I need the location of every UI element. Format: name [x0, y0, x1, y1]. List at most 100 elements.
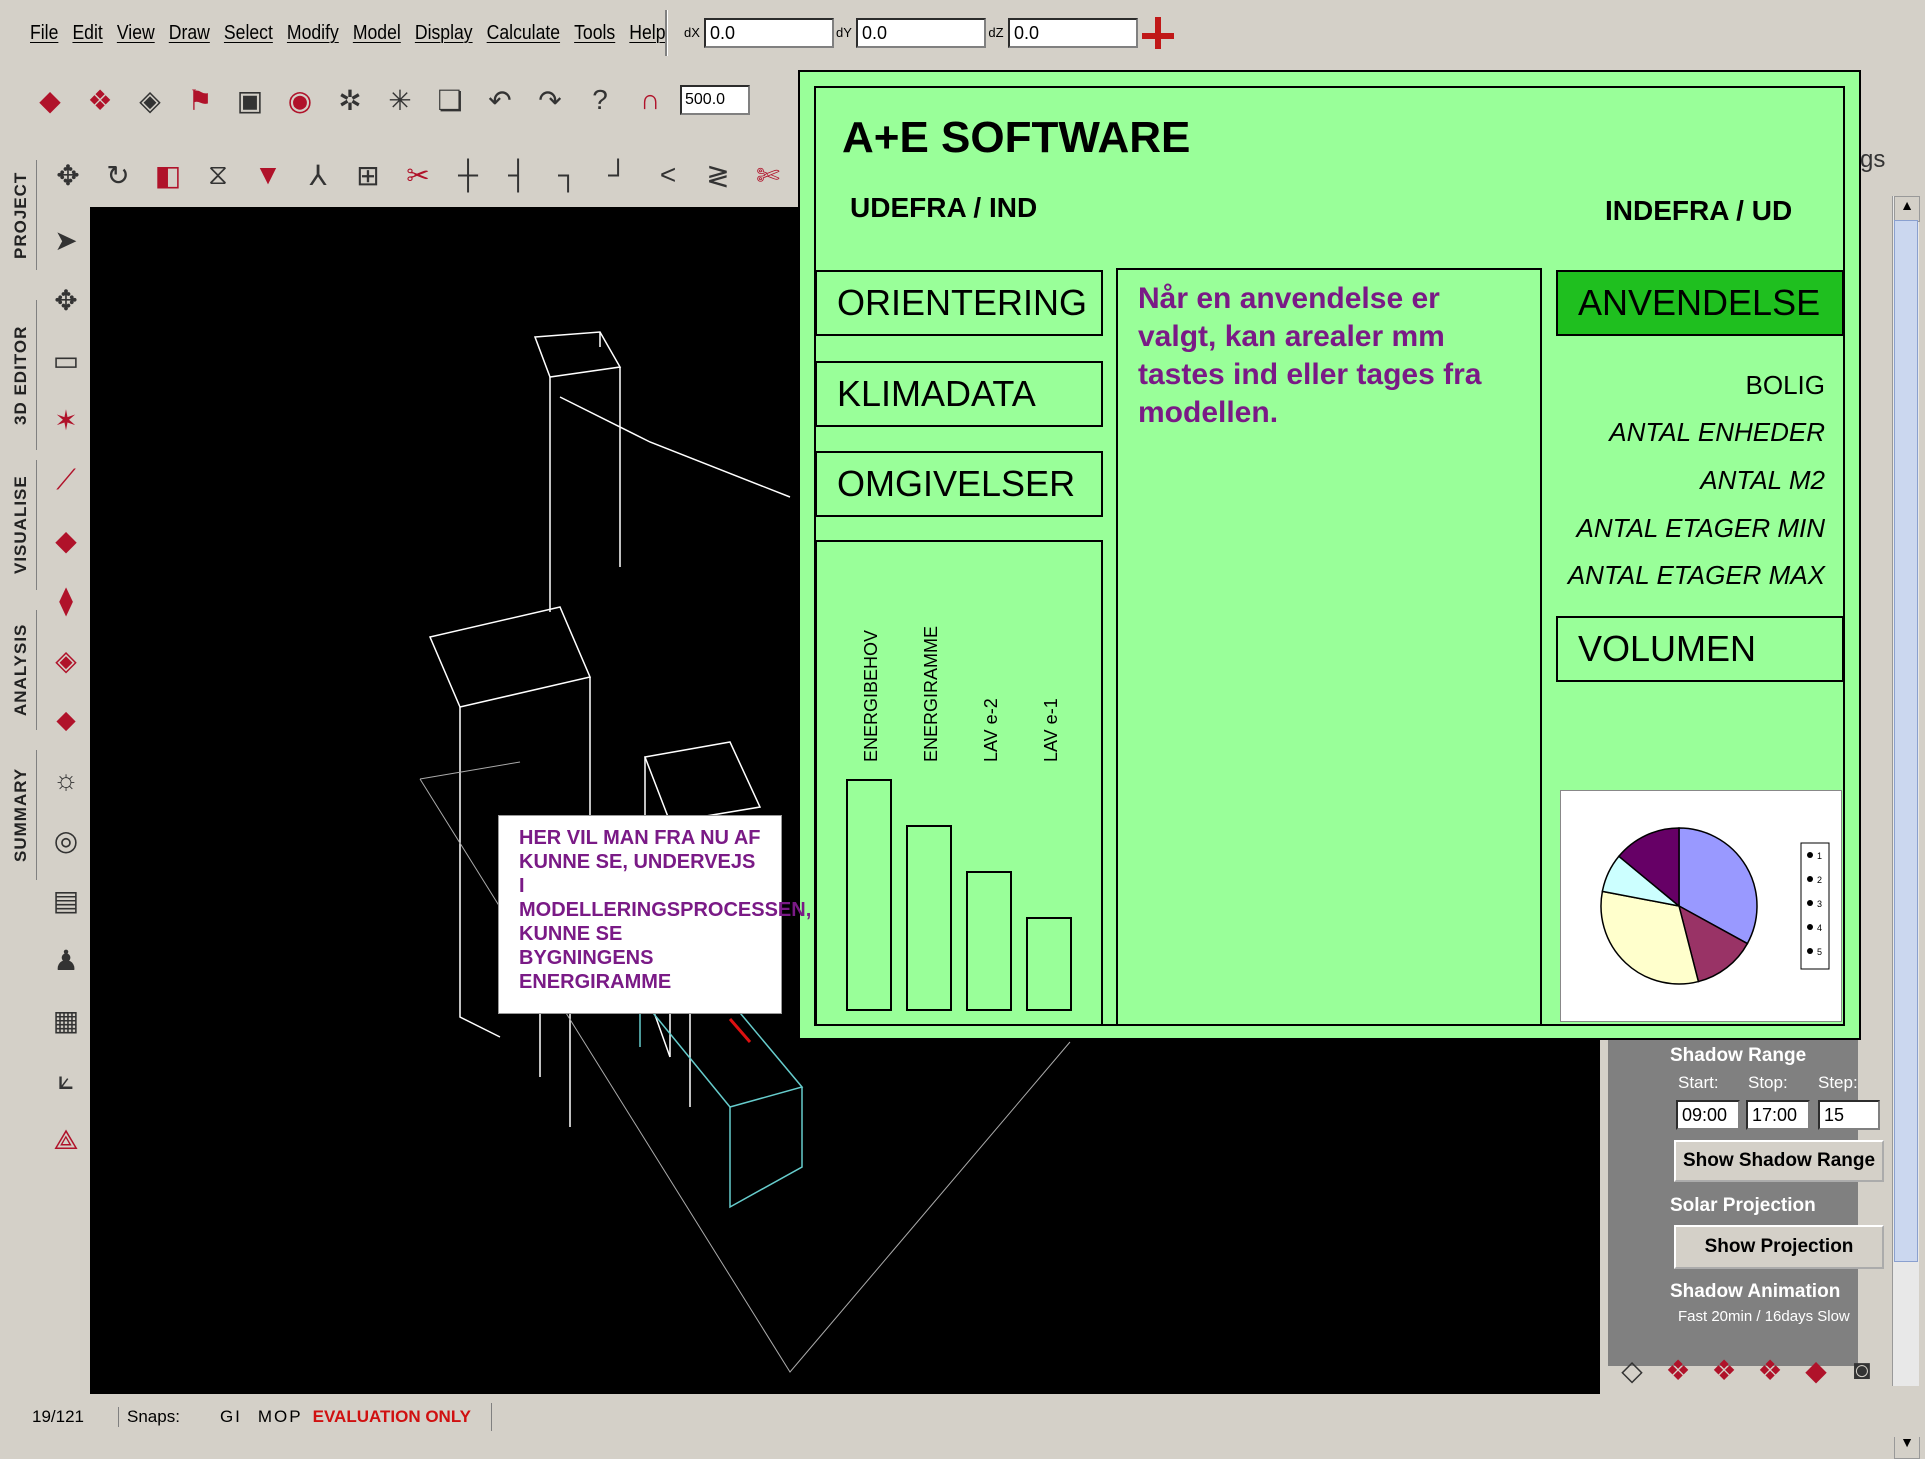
new-icon[interactable]: ◆: [30, 80, 70, 120]
tab-project[interactable]: PROJECT: [6, 160, 37, 270]
usage-antal-etager-max[interactable]: ANTAL ETAGER MAX: [1568, 560, 1825, 591]
scroll-up-icon[interactable]: ▲: [1894, 196, 1920, 222]
sun-icon[interactable]: ◙: [1842, 1350, 1882, 1390]
status-position: 19/121: [32, 1406, 84, 1426]
open-icon[interactable]: ❖: [80, 80, 120, 120]
menu-list: File Edit View Draw Select Modify Model …: [30, 0, 666, 66]
stop-time-input[interactable]: 17:00: [1746, 1100, 1810, 1130]
menu-calculate[interactable]: Calculate: [487, 22, 560, 45]
menu-view[interactable]: View: [117, 22, 155, 45]
shade2-icon[interactable]: ❖: [1704, 1350, 1744, 1390]
save-icon[interactable]: ◈: [130, 80, 170, 120]
show-projection-button[interactable]: Show Projection: [1674, 1225, 1884, 1269]
box-tool-icon[interactable]: ▭: [44, 330, 88, 390]
surface-tool-icon[interactable]: ⧫: [44, 570, 88, 630]
view-icon[interactable]: ◇: [1612, 1350, 1652, 1390]
dz-input[interactable]: [1008, 18, 1138, 48]
line-tool-icon[interactable]: ⟋: [44, 450, 88, 510]
inside-out-label[interactable]: INDEFRA / UD: [1605, 195, 1792, 227]
corner-icon[interactable]: ┐: [548, 155, 588, 195]
person-icon[interactable]: ♟: [44, 930, 88, 990]
nav-klimadata-button[interactable]: KLIMADATA: [815, 361, 1103, 427]
print-icon[interactable]: ▣: [230, 80, 270, 120]
undo-icon[interactable]: ↶: [480, 80, 520, 120]
axis-icon[interactable]: [1140, 15, 1176, 51]
dz-label: dZ: [988, 25, 1004, 40]
legend-label-4: 4: [1817, 923, 1822, 933]
angle2-icon[interactable]: ≷: [698, 155, 738, 195]
mirror-icon[interactable]: ⧖: [198, 155, 238, 195]
array-icon[interactable]: ⊞: [348, 155, 388, 195]
menu-select[interactable]: Select: [224, 22, 273, 45]
menu-draw[interactable]: Draw: [169, 22, 210, 45]
grid-size-input[interactable]: [680, 85, 750, 115]
menu-tools[interactable]: Tools: [574, 22, 615, 45]
nav-omgivelser-button[interactable]: OMGIVELSER: [815, 451, 1103, 517]
select-arrow-icon[interactable]: ➤: [44, 210, 88, 270]
menu-modify[interactable]: Modify: [287, 22, 339, 45]
menu-display[interactable]: Display: [415, 22, 473, 45]
usage-antal-enheder[interactable]: ANTAL ENHEDER: [1609, 417, 1825, 448]
panel-scrollbar[interactable]: ▲ ▼: [1892, 196, 1920, 1459]
gear-icon[interactable]: ✲: [330, 80, 370, 120]
camera-icon[interactable]: ▤: [44, 870, 88, 930]
tab-analysis[interactable]: ANALYSIS: [6, 610, 37, 730]
render-icon[interactable]: ◉: [280, 80, 320, 120]
grid-tool-icon[interactable]: ▦: [44, 990, 88, 1050]
cut-icon[interactable]: ✂: [398, 155, 438, 195]
show-shadow-range-button[interactable]: Show Shadow Range: [1674, 1140, 1884, 1182]
nav-orientering-button[interactable]: ORIENTERING: [815, 270, 1103, 336]
plane-tool-icon[interactable]: ◆: [44, 510, 88, 570]
anvendelse-button[interactable]: ANVENDELSE: [1556, 270, 1844, 336]
volumen-button[interactable]: VOLUMEN: [1556, 616, 1844, 682]
flag-icon[interactable]: ⚑: [180, 80, 220, 120]
scissors-icon[interactable]: ✄: [748, 155, 788, 195]
line-icon[interactable]: ┼: [448, 155, 488, 195]
dx-input[interactable]: [704, 18, 834, 48]
layers-icon[interactable]: ❏: [430, 80, 470, 120]
shade3-icon[interactable]: ❖: [1750, 1350, 1790, 1390]
speaker-icon[interactable]: ◎: [44, 810, 88, 870]
outside-in-label[interactable]: UDEFRA / IND: [850, 192, 1037, 224]
solid-tool-icon[interactable]: ⬥: [44, 690, 88, 750]
rotate-icon[interactable]: ↻: [98, 155, 138, 195]
magnet-icon[interactable]: ∩: [630, 80, 670, 120]
menu-file[interactable]: File: [30, 22, 58, 45]
gears-icon[interactable]: ✳: [380, 80, 420, 120]
light-bulb-icon[interactable]: ☼: [44, 750, 88, 810]
legend-label-2: 2: [1817, 875, 1822, 885]
snaps-rest: MOP: [257, 1406, 303, 1426]
extrude-icon[interactable]: ▼: [248, 155, 288, 195]
angle-icon[interactable]: <: [648, 155, 688, 195]
start-time-input[interactable]: 09:00: [1676, 1100, 1740, 1130]
tab-visualise[interactable]: VISUALISE: [6, 460, 37, 590]
scale-icon[interactable]: ◧: [148, 155, 188, 195]
usage-antal-etager-min[interactable]: ANTAL ETAGER MIN: [1577, 513, 1826, 544]
menu-edit[interactable]: Edit: [72, 22, 102, 45]
bottom-tools: ◇ ❖ ❖ ❖ ◆ ◙: [1612, 1350, 1888, 1390]
polygon-tool-icon[interactable]: ◈: [44, 630, 88, 690]
polyline-tool-icon[interactable]: ⟀: [44, 1050, 88, 1110]
scroll-thumb[interactable]: [1894, 220, 1918, 1262]
move-icon[interactable]: ✥: [48, 155, 88, 195]
shade-icon[interactable]: ❖: [1658, 1350, 1698, 1390]
move-tool-icon[interactable]: ✥: [44, 270, 88, 330]
tab-summary[interactable]: SUMMARY: [6, 750, 37, 880]
redo-icon[interactable]: ↷: [530, 80, 570, 120]
split-icon[interactable]: ⅄: [298, 155, 338, 195]
dy-input[interactable]: [856, 18, 986, 48]
menubar: File Edit View Draw Select Modify Model …: [0, 0, 1205, 66]
menu-model[interactable]: Model: [353, 22, 401, 45]
usage-antal-m2[interactable]: ANTAL M2: [1700, 465, 1825, 496]
shade4-icon[interactable]: ◆: [1796, 1350, 1836, 1390]
tab-3d-editor[interactable]: 3D EDITOR: [6, 300, 37, 450]
dimension-icon[interactable]: ┤: [498, 155, 538, 195]
step-input[interactable]: 15: [1818, 1100, 1880, 1130]
corner2-icon[interactable]: ┘: [598, 155, 638, 195]
polyline2-tool-icon[interactable]: ⟁: [44, 1110, 88, 1170]
star-tool-icon[interactable]: ✶: [44, 390, 88, 450]
menu-help[interactable]: Help: [629, 22, 665, 45]
help-icon[interactable]: ?: [580, 80, 620, 120]
usage-bolig[interactable]: BOLIG: [1746, 370, 1825, 401]
bar-label-2: LAV e-2: [981, 698, 1001, 762]
